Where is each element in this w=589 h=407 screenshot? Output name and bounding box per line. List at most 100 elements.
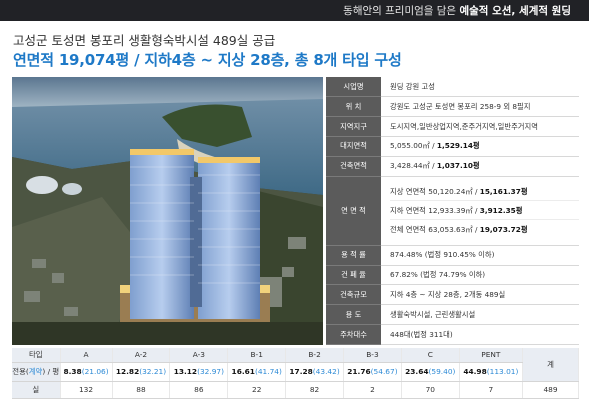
unit-contract-area: (32.97) xyxy=(197,367,225,376)
unit-area-cell: 44.98(113.01) xyxy=(459,362,524,382)
unit-area-label-part: 전용( xyxy=(12,367,29,376)
unit-area-cell: 16.61(41.74) xyxy=(227,362,287,382)
unit-count: 22 xyxy=(227,381,287,399)
unit-total-label: 계 xyxy=(522,348,579,382)
spec-label-parking: 주차대수 xyxy=(326,324,381,345)
spec-value-scale: 지하 4층 ~ 지상 28층, 2개동 489실 xyxy=(381,284,579,306)
unit-count-label: 실 xyxy=(12,381,61,399)
floor-area-total: 전체 연면적 63,053.63㎡ / 19,073.72평 xyxy=(390,220,579,239)
unit-area-cell: 21.76(54.67) xyxy=(343,362,402,382)
unit-count: 82 xyxy=(285,381,344,399)
unit-area-label-contract: 계약 xyxy=(28,367,43,376)
spec-value-bcr: 67.82% (법정 74.79% 이하) xyxy=(381,265,579,286)
unit-type-header-row: 타입 A A-2 A-3 B-1 B-2 B-3 C PENT 계 xyxy=(12,348,579,382)
unit-type-name: C xyxy=(401,348,460,363)
unit-exclusive-area: 16.61 xyxy=(231,367,255,376)
unit-exclusive-area: 12.82 xyxy=(115,367,140,376)
spec-row-use: 용 도 생활숙박시설, 근린생활시설 xyxy=(326,304,579,326)
unit-area-cell: 12.82(32.21) xyxy=(112,362,171,382)
unit-contract-area: (59.40) xyxy=(428,367,456,376)
unit-area-label-part: ) / 평 xyxy=(42,367,60,376)
spec-value-building-area: 3,428.44㎡ / 1,037.10평 xyxy=(381,156,579,177)
unit-area-cell: 23.64(59.40) xyxy=(401,362,460,382)
spec-label-zoning: 지역지구 xyxy=(326,116,381,138)
spec-label-scale: 건축규모 xyxy=(326,284,381,306)
unit-area-cell: 13.12(32.97) xyxy=(169,362,229,382)
unit-area-cell: 17.28(43.42) xyxy=(285,362,344,382)
floor-area-below-pyeong: 3,912.35평 xyxy=(479,206,523,216)
unit-contract-area: (113.01) xyxy=(486,367,519,376)
floor-area-below: 지하 연면적 12,933.39㎡ / 3,912.35평 xyxy=(390,201,579,221)
spec-row-site-area: 대지면적 5,055.00㎡ / 1,529.14평 xyxy=(326,136,579,157)
floor-area-total-pyeong: 19,073.72평 xyxy=(479,225,528,235)
spec-row-parking: 주차대수 448대(법정 311대) xyxy=(326,324,579,345)
spec-label-use: 용 도 xyxy=(326,304,381,326)
unit-count: 86 xyxy=(169,381,229,399)
unit-count: 7 xyxy=(459,381,524,399)
spec-value-parking: 448대(법정 311대) xyxy=(381,324,579,345)
spec-value-developer: 원딩 강원 고성 xyxy=(381,77,579,98)
site-area-sqm: 5,055.00㎡ / xyxy=(390,141,437,151)
unit-type-name: B-1 xyxy=(227,348,287,363)
spec-label-building-area: 건축면적 xyxy=(326,156,381,177)
floor-area-above-sqm: 지상 연면적 50,120.24㎡ / xyxy=(390,187,480,197)
unit-contract-area: (54.67) xyxy=(370,367,398,376)
unit-area-cell: 8.38(21.06) xyxy=(60,362,113,382)
unit-count: 132 xyxy=(60,381,113,399)
floor-area-total-sqm: 전체 연면적 63,053.63㎡ / xyxy=(390,225,480,235)
spec-label-site-area: 대지면적 xyxy=(326,136,381,157)
spec-value-floor-area: 지상 연면적 50,120.24㎡ / 15,161.37평 지하 연면적 12… xyxy=(381,176,579,246)
spec-label-developer: 시업명 xyxy=(326,77,381,98)
top-banner: 동해안의 프리미엄을 담은 예술적 오션, 세계적 원딩 xyxy=(0,0,589,21)
spec-row-far: 용 적 률 874.48% (법정 910.45% 이하) xyxy=(326,245,579,266)
unit-exclusive-area: 8.38 xyxy=(63,367,82,376)
spec-row-floor-area: 연 면 적 지상 연면적 50,120.24㎡ / 15,161.37평 지하 … xyxy=(326,176,579,246)
unit-count: 70 xyxy=(401,381,460,399)
unit-area-label: 전용(계약) / 평 xyxy=(12,362,61,382)
banner-emphasis: 예술적 오션, 세계적 원딩 xyxy=(459,5,571,17)
unit-exclusive-area: 21.76 xyxy=(347,367,371,376)
unit-total-count: 489 xyxy=(522,381,579,399)
unit-contract-area: (43.42) xyxy=(312,367,340,376)
spec-row-bcr: 건 폐 율 67.82% (법정 74.79% 이하) xyxy=(326,265,579,286)
unit-exclusive-area: 44.98 xyxy=(463,367,487,376)
page-title: 연면적 19,074평 / 지하4층 ~ 지상 28층, 총 8개 타입 구성 xyxy=(13,51,402,69)
spec-row-location: 위 치 강원도 고성군 토성면 봉포리 258-9 외 8필지 xyxy=(326,96,579,118)
spec-label-bcr: 건 폐 율 xyxy=(326,265,381,286)
unit-contract-area: (21.06) xyxy=(81,367,109,376)
spec-row-scale: 건축규모 지하 4층 ~ 지상 28층, 2개동 489실 xyxy=(326,284,579,306)
unit-contract-area: (41.74) xyxy=(254,367,282,376)
unit-count: 88 xyxy=(112,381,171,399)
unit-type-name: A-3 xyxy=(169,348,229,363)
unit-type-table: 타입 A A-2 A-3 B-1 B-2 B-3 C PENT 계 전용(계약)… xyxy=(12,348,579,399)
unit-exclusive-area: 23.64 xyxy=(405,367,429,376)
site-area-pyeong: 1,529.14평 xyxy=(436,141,480,151)
building-area-sqm: 3,428.44㎡ / xyxy=(390,161,437,171)
floor-area-below-sqm: 지하 연면적 12,933.39㎡ / xyxy=(390,206,480,216)
spec-value-use: 생활숙박시설, 근린생활시설 xyxy=(381,304,579,326)
floor-area-above-pyeong: 15,161.37평 xyxy=(479,187,528,197)
building-rendering-image xyxy=(12,77,323,345)
unit-area-row: 전용(계약) / 평 8.38(21.06) 12.82(32.21) 13.1… xyxy=(12,362,579,382)
spec-value-zoning: 도시지역,일반상업지역,준주거지역,일반주거지역 xyxy=(381,116,579,138)
banner-slogan: 동해안의 프리미엄을 담은 예술적 오션, 세계적 원딩 xyxy=(343,3,571,18)
unit-contract-area: (32.21) xyxy=(139,367,167,376)
unit-type-label: 타입 xyxy=(12,348,61,363)
unit-type-name: B-2 xyxy=(285,348,344,363)
unit-type-name: PENT xyxy=(459,348,524,363)
spec-label-floor-area: 연 면 적 xyxy=(326,176,381,246)
banner-prefix: 동해안의 프리미엄을 담은 xyxy=(343,5,460,17)
spec-row-developer: 시업명 원딩 강원 고성 xyxy=(326,77,579,98)
spec-row-building-area: 건축면적 3,428.44㎡ / 1,037.10평 xyxy=(326,156,579,177)
spec-label-far: 용 적 률 xyxy=(326,245,381,266)
floor-area-above: 지상 연면적 50,120.24㎡ / 15,161.37평 xyxy=(390,182,579,202)
unit-type-name: A xyxy=(60,348,113,363)
spec-row-zoning: 지역지구 도시지역,일반상업지역,준주거지역,일반주거지역 xyxy=(326,116,579,138)
unit-type-name: A-2 xyxy=(112,348,171,363)
project-spec-table: 시업명 원딩 강원 고성 위 치 강원도 고성군 토성면 봉포리 258-9 외… xyxy=(326,77,579,345)
spec-value-site-area: 5,055.00㎡ / 1,529.14평 xyxy=(381,136,579,157)
spec-label-location: 위 치 xyxy=(326,96,381,118)
unit-type-name: B-3 xyxy=(343,348,402,363)
unit-exclusive-area: 13.12 xyxy=(173,367,198,376)
unit-exclusive-area: 17.28 xyxy=(289,367,313,376)
